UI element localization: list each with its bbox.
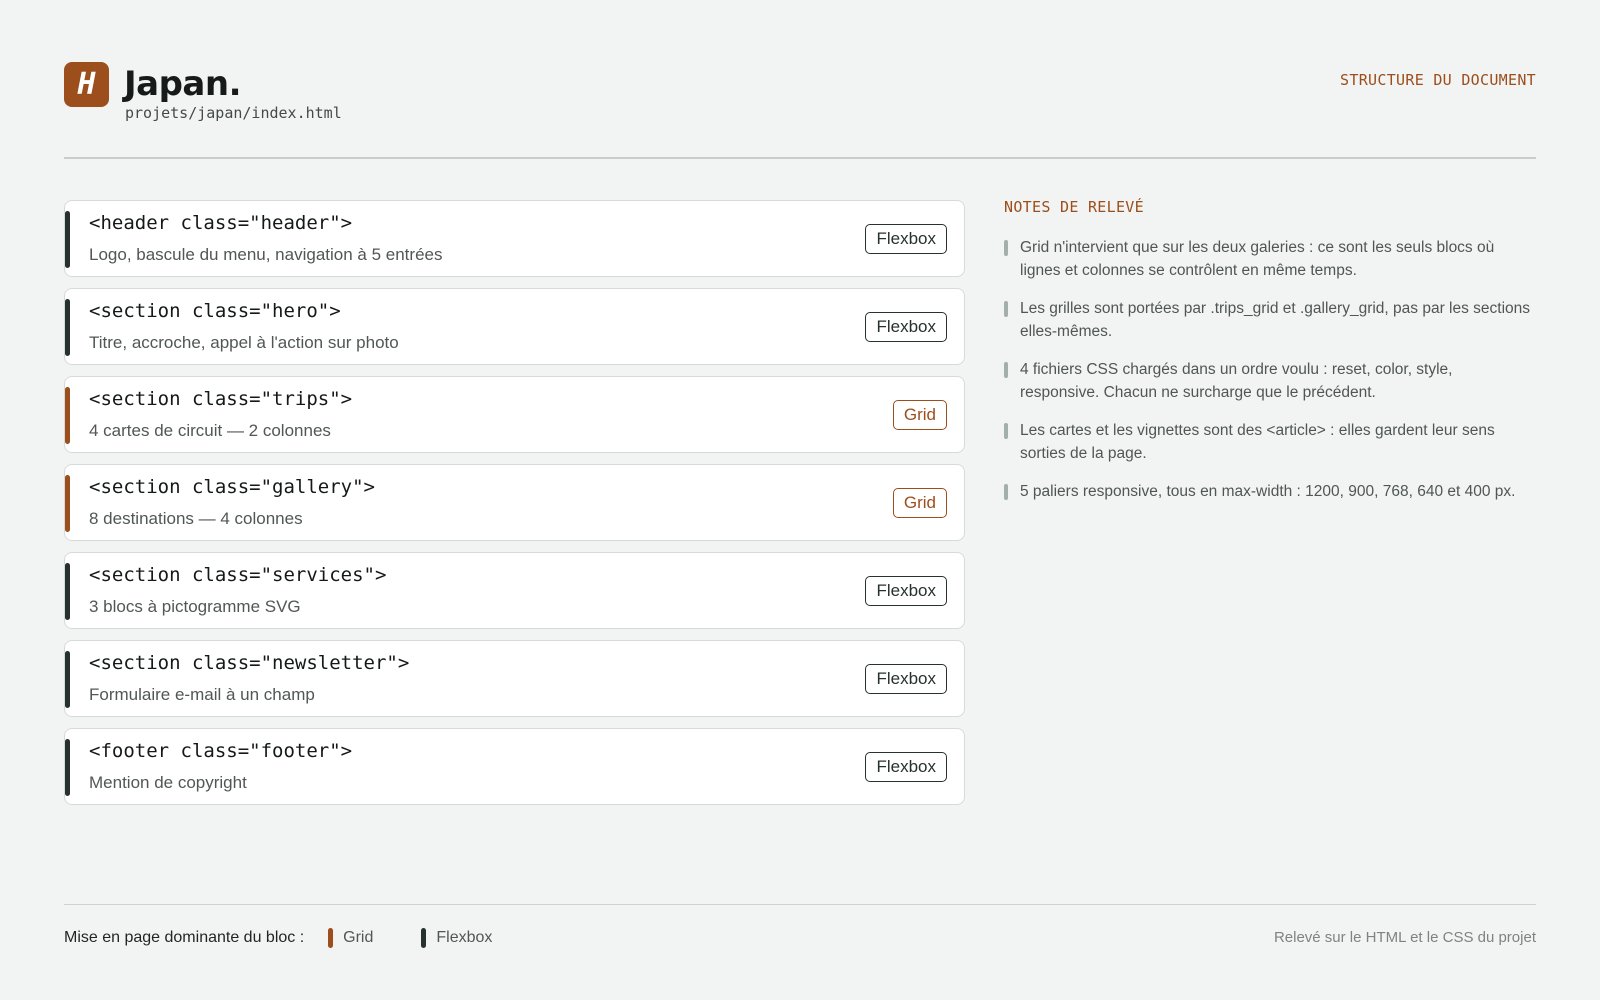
file-path: projets/japan/index.html: [125, 104, 342, 122]
structure-label: STRUCTURE DU DOCUMENT: [1340, 71, 1536, 89]
layout-bar: [65, 299, 70, 356]
note-bar: [1004, 240, 1008, 256]
legend-flexbox-text: Flexbox: [436, 929, 493, 946]
footer-divider: [64, 904, 1536, 905]
block-tag: <footer class="footer">: [89, 740, 353, 762]
header-divider: [64, 157, 1536, 159]
note-bar: [1004, 362, 1008, 378]
note-item: Les cartes et les vignettes sont des <ar…: [1004, 419, 1536, 465]
layout-badge: Grid: [892, 400, 947, 430]
block-row: <section class="newsletter"> Formulaire …: [64, 640, 965, 717]
note-bar: [1004, 484, 1008, 500]
block-description: Formulaire e-mail à un champ: [89, 685, 315, 704]
note-text: 4 fichiers CSS chargés dans un ordre vou…: [1020, 361, 1453, 401]
note-bar: [1004, 423, 1008, 439]
legend-item-grid: Grid: [328, 928, 373, 948]
block-row: <section class="trips"> 4 cartes de circ…: [64, 376, 965, 453]
layout-badge: Flexbox: [865, 576, 947, 606]
logo-icon: H: [64, 62, 109, 107]
layout-badge: Flexbox: [865, 752, 947, 782]
note-item: Grid n'intervient que sur les deux galer…: [1004, 236, 1536, 282]
note-text: Grid n'intervient que sur les deux galer…: [1020, 239, 1495, 279]
block-tag: <section class="trips">: [89, 388, 353, 410]
block-description: 8 destinations — 4 colonnes: [89, 509, 303, 528]
legend-item-flexbox: Flexbox: [421, 928, 492, 948]
page-title: Japan.: [124, 64, 242, 104]
note-text: 5 paliers responsive, tous en max-width …: [1020, 483, 1516, 500]
block-tag: <header class="header">: [89, 212, 353, 234]
block-list: <header class="header"> Logo, bascule du…: [64, 200, 965, 816]
block-tag: <section class="newsletter">: [89, 652, 410, 674]
block-description: 3 blocs à pictogramme SVG: [89, 597, 301, 616]
credit-text: Relevé sur le HTML et le CSS du projet: [1273, 929, 1536, 946]
note-item: 5 paliers responsive, tous en max-width …: [1004, 480, 1536, 503]
layout-badge: Flexbox: [865, 224, 947, 254]
page: H Japan. projets/japan/index.html STRUCT…: [64, 0, 1536, 1000]
note-text: Les cartes et les vignettes sont des <ar…: [1020, 422, 1495, 462]
notes-heading: NOTES DE RELEVÉ: [1004, 198, 1144, 216]
note-text: Les grilles sont portées par .trips_grid…: [1020, 300, 1531, 340]
note-item: Les grilles sont portées par .trips_grid…: [1004, 297, 1536, 343]
note-item: 4 fichiers CSS chargés dans un ordre vou…: [1004, 358, 1536, 404]
block-row: <section class="services"> 3 blocs à pic…: [64, 552, 965, 629]
layout-bar: [65, 651, 70, 708]
block-description: Titre, accroche, appel à l'action sur ph…: [89, 333, 399, 352]
note-bar: [1004, 301, 1008, 317]
flexbox-swatch: [421, 928, 427, 948]
layout-badge: Grid: [892, 488, 947, 518]
block-row: <footer class="footer"> Mention de copyr…: [64, 728, 965, 805]
block-description: Mention de copyright: [89, 773, 247, 792]
block-row: <section class="gallery"> 8 destinations…: [64, 464, 965, 541]
layout-bar: [65, 211, 70, 268]
document-header: H Japan. projets/japan/index.html STRUCT…: [64, 62, 1536, 126]
layout-bar: [65, 563, 70, 620]
block-description: 4 cartes de circuit — 2 colonnes: [89, 421, 331, 440]
block-tag: <section class="services">: [89, 564, 387, 586]
layout-badge: Flexbox: [865, 312, 947, 342]
layout-bar: [65, 475, 70, 532]
grid-swatch: [328, 928, 334, 948]
layout-badge: Flexbox: [865, 664, 947, 694]
notes-panel: NOTES DE RELEVÉ Grid n'intervient que su…: [1004, 198, 1536, 518]
legend-label: Mise en page dominante du bloc :: [64, 929, 305, 946]
block-tag: <section class="hero">: [89, 300, 341, 322]
legend: Mise en page dominante du bloc : Grid Fl…: [64, 928, 540, 948]
block-description: Logo, bascule du menu, navigation à 5 en…: [89, 245, 443, 264]
layout-bar: [65, 739, 70, 796]
block-tag: <section class="gallery">: [89, 476, 375, 498]
block-row: <section class="hero"> Titre, accroche, …: [64, 288, 965, 365]
layout-bar: [65, 387, 70, 444]
block-row: <header class="header"> Logo, bascule du…: [64, 200, 965, 277]
legend-grid-text: Grid: [343, 929, 374, 946]
